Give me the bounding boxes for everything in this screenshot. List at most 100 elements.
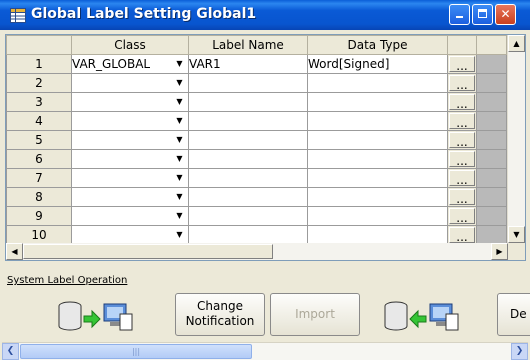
database-to-pc-icon[interactable] [58,298,138,334]
data-type-cell[interactable] [307,187,448,207]
vertical-scrollbar[interactable]: ▲ ▼ [507,35,525,243]
scroll-left-button[interactable]: ◀ [6,243,23,260]
label-grid[interactable]: Class Label Name Data Type 1 VAR_GLOBAL ▼ V… [5,34,526,261]
row-number[interactable]: 1 [6,54,72,74]
dropdown-arrow-icon[interactable]: ▼ [173,209,186,223]
column-header-data-type[interactable]: Data Type [307,35,448,55]
table-row[interactable]: 8 ▼... [6,187,507,207]
browse-button[interactable]: ... [449,132,475,149]
data-type-cell[interactable] [307,92,448,112]
scroll-right-button[interactable]: ▶ [491,243,508,260]
table-row[interactable]: 3 ▼... [6,92,507,112]
class-cell[interactable]: ▼ [71,73,189,93]
row-number[interactable]: 5 [6,130,72,150]
browse-button[interactable]: ... [449,170,475,187]
class-cell[interactable]: ▼ [71,187,189,207]
class-cell[interactable]: VAR_GLOBAL ▼ [71,54,189,74]
close-button[interactable]: ✕ [495,4,516,25]
browse-button[interactable]: ... [449,56,475,73]
browse-button[interactable]: ... [449,151,475,168]
table-row[interactable]: 9 ▼... [6,206,507,226]
scroll-up-button[interactable]: ▲ [508,35,525,52]
browse-button[interactable]: ... [449,113,475,130]
change-notification-button[interactable]: Change Notification [175,293,265,336]
pc-to-database-icon[interactable] [384,298,464,334]
dropdown-arrow-icon[interactable]: ▼ [173,133,186,147]
window-scroll-right-button[interactable]: ❯ [511,343,528,360]
data-type-browse-cell[interactable]: ... [447,187,477,207]
class-cell[interactable]: ▼ [71,225,189,245]
browse-button[interactable]: ... [449,227,475,244]
horizontal-scrollbar[interactable]: ◀ ▶ [6,243,525,260]
class-cell[interactable]: ▼ [71,111,189,131]
class-cell[interactable]: ▼ [71,149,189,169]
browse-button[interactable]: ... [449,75,475,92]
data-type-cell[interactable] [307,111,448,131]
data-type-browse-cell[interactable]: ... [447,149,477,169]
label-name-cell[interactable] [188,206,308,226]
dropdown-arrow-icon[interactable]: ▼ [173,171,186,185]
data-type-browse-cell[interactable]: ... [447,54,477,74]
maximize-button[interactable] [472,4,493,25]
label-name-cell[interactable] [188,225,308,245]
data-type-browse-cell[interactable]: ... [447,130,477,150]
data-type-cell[interactable] [307,149,448,169]
table-row[interactable]: 4 ▼... [6,111,507,131]
dropdown-arrow-icon[interactable]: ▼ [173,76,186,90]
dropdown-arrow-icon[interactable]: ▼ [173,95,186,109]
data-type-cell[interactable] [307,168,448,188]
table-row[interactable]: 1 VAR_GLOBAL ▼ VAR1 Word[Signed]... [6,54,507,74]
class-cell[interactable]: ▼ [71,206,189,226]
row-number[interactable]: 6 [6,149,72,169]
title-bar[interactable]: Global Label Setting Global1 ✕ [0,0,530,30]
column-header-label-name[interactable]: Label Name [188,35,308,55]
row-number[interactable]: 8 [6,187,72,207]
row-number[interactable]: 9 [6,206,72,226]
data-type-browse-cell[interactable]: ... [447,206,477,226]
row-number[interactable]: 7 [6,168,72,188]
data-type-browse-cell[interactable]: ... [447,92,477,112]
row-number[interactable]: 2 [6,73,72,93]
data-type-cell[interactable] [307,130,448,150]
label-name-cell[interactable] [188,111,308,131]
class-cell[interactable]: ▼ [71,168,189,188]
browse-button[interactable]: ... [449,94,475,111]
label-name-cell[interactable] [188,149,308,169]
data-type-browse-cell[interactable]: ... [447,111,477,131]
label-name-cell[interactable] [188,130,308,150]
browse-button[interactable]: ... [449,208,475,225]
scroll-down-button[interactable]: ▼ [508,226,525,243]
column-header-class[interactable]: Class [71,35,189,55]
row-number[interactable]: 4 [6,111,72,131]
label-name-cell[interactable] [188,92,308,112]
horizontal-scroll-thumb[interactable] [23,244,273,259]
data-type-browse-cell[interactable]: ... [447,168,477,188]
table-row[interactable]: 6 ▼... [6,149,507,169]
data-type-cell[interactable] [307,225,448,245]
window-scroll-thumb[interactable]: ||| [20,344,252,359]
cut-off-button[interactable]: De [497,293,530,336]
data-type-cell[interactable] [307,73,448,93]
window-horizontal-scrollbar[interactable]: ❮ ||| ❯ [2,342,528,360]
label-name-cell[interactable] [188,187,308,207]
row-number[interactable]: 10 [6,225,72,245]
table-row[interactable]: 7 ▼... [6,168,507,188]
label-name-cell[interactable] [188,168,308,188]
data-type-browse-cell[interactable]: ... [447,73,477,93]
row-number[interactable]: 3 [6,92,72,112]
browse-button[interactable]: ... [449,189,475,206]
label-name-cell[interactable]: VAR1 [188,54,308,74]
dropdown-arrow-icon[interactable]: ▼ [173,152,186,166]
window-scroll-left-button[interactable]: ❮ [2,343,19,360]
data-type-browse-cell[interactable]: ... [447,225,477,245]
table-row[interactable]: 10 ▼... [6,225,507,245]
table-row[interactable]: 2 ▼... [6,73,507,93]
dropdown-arrow-icon[interactable]: ▼ [173,57,186,71]
import-button[interactable]: Import [270,293,360,336]
class-cell[interactable]: ▼ [71,92,189,112]
dropdown-arrow-icon[interactable]: ▼ [173,114,186,128]
table-row[interactable]: 5 ▼... [6,130,507,150]
dropdown-arrow-icon[interactable]: ▼ [173,190,186,204]
minimize-button[interactable] [449,4,470,25]
data-type-cell[interactable]: Word[Signed] [307,54,448,74]
